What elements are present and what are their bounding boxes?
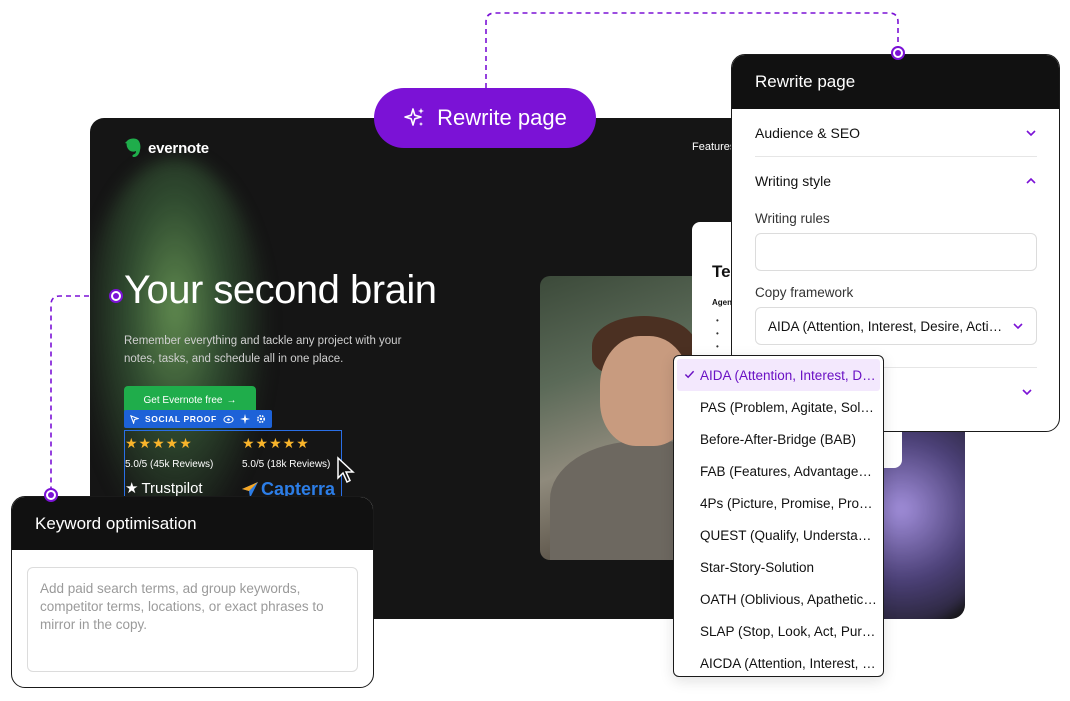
connector-dot bbox=[44, 488, 58, 502]
pointer-icon bbox=[130, 414, 139, 424]
connector-dot bbox=[891, 46, 905, 60]
framework-option[interactable]: AICDA (Attention, Interest, Conviction, … bbox=[677, 647, 880, 679]
gear-icon[interactable] bbox=[256, 414, 266, 424]
accordion-label: Audience & SEO bbox=[755, 124, 861, 141]
framework-option[interactable]: PAS (Problem, Agitate, Solve) bbox=[677, 391, 880, 423]
nav-features-link[interactable]: Features bbox=[692, 141, 735, 153]
doc-title: Te bbox=[712, 262, 731, 281]
social-proof-section[interactable]: ★★★★★ 5.0/5 (45k Reviews) ★★★★★ 5.0/5 (1… bbox=[124, 430, 342, 502]
brand-name: evernote bbox=[148, 139, 209, 157]
copy-framework-dropdown: AIDA (Attention, Interest, Desire, Actio… bbox=[673, 355, 884, 677]
framework-option[interactable]: SLAP (Stop, Look, Act, Purchase) bbox=[677, 615, 880, 647]
rating-text: 5.0/5 (45k Reviews) bbox=[125, 459, 214, 470]
framework-option[interactable]: Star-Story-Solution bbox=[677, 551, 880, 583]
trustpilot-logo: ★ Trustpilot bbox=[125, 479, 203, 498]
hero-title: Your second brain bbox=[124, 268, 437, 312]
accordion-audience-seo[interactable]: Audience & SEO bbox=[755, 109, 1037, 157]
doc-bullets: • • • bbox=[716, 316, 719, 351]
rating-capterra: ★★★★★ 5.0/5 (18k Reviews) bbox=[242, 435, 330, 470]
framework-option[interactable]: FAB (Features, Advantages, Benefits) bbox=[677, 455, 880, 487]
keyword-panel-title: Keyword optimisation bbox=[12, 497, 373, 550]
chevron-down-icon[interactable] bbox=[1021, 386, 1033, 398]
keyword-optimisation-panel: Keyword optimisation Add paid search ter… bbox=[11, 496, 374, 688]
sparkles-icon bbox=[404, 108, 425, 126]
mouse-cursor-icon bbox=[337, 456, 355, 484]
writing-rules-label: Writing rules bbox=[755, 211, 830, 226]
writing-rules-input[interactable] bbox=[755, 233, 1037, 271]
cta-label: Get Evernote free bbox=[143, 394, 223, 406]
framework-option[interactable]: OATH (Oblivious, Apathetic, Thinking, Hu… bbox=[677, 583, 880, 615]
chevron-down-icon bbox=[1026, 129, 1036, 136]
framework-option[interactable]: QUEST (Qualify, Understand, Educate, Sti… bbox=[677, 519, 880, 551]
evernote-logo[interactable]: evernote bbox=[124, 137, 209, 159]
accordion-writing-style[interactable]: Writing style bbox=[755, 157, 1037, 205]
rating-trustpilot: ★★★★★ 5.0/5 (45k Reviews) bbox=[125, 435, 213, 470]
chevron-down-icon bbox=[1013, 323, 1023, 330]
arrow-right-icon: → bbox=[226, 394, 237, 406]
connector-dot bbox=[109, 289, 123, 303]
chevron-up-icon bbox=[1026, 177, 1036, 184]
hero-subtitle: Remember everything and tackle any proje… bbox=[124, 335, 402, 365]
eye-icon[interactable] bbox=[223, 415, 234, 424]
copy-framework-select[interactable]: AIDA (Attention, Interest, Desire, Actio… bbox=[755, 307, 1037, 345]
star-rating: ★★★★★ bbox=[242, 435, 310, 451]
framework-option[interactable]: Before-After-Bridge (BAB) bbox=[677, 423, 880, 455]
star-rating: ★★★★★ bbox=[125, 435, 193, 451]
star-icon: ★ bbox=[125, 480, 139, 497]
framework-option[interactable]: 4Ps (Picture, Promise, Prove, Push) bbox=[677, 487, 880, 519]
elephant-icon bbox=[125, 138, 141, 157]
rating-text: 5.0/5 (18k Reviews) bbox=[242, 459, 331, 470]
panel-title: Rewrite page bbox=[732, 55, 1059, 109]
rewrite-page-button[interactable]: Rewrite page bbox=[374, 88, 596, 148]
copy-framework-label: Copy framework bbox=[755, 285, 854, 300]
doc-meta: Agen bbox=[712, 298, 732, 307]
social-proof-badge[interactable]: SOCIAL PROOF bbox=[124, 410, 272, 428]
checkmark-icon bbox=[684, 370, 695, 379]
trustpilot-label: Trustpilot bbox=[141, 479, 203, 497]
copy-framework-value: AIDA (Attention, Interest, Desire, Actio… bbox=[768, 318, 1004, 334]
framework-option[interactable]: AIDA (Attention, Interest, Desire, Actio… bbox=[677, 359, 880, 391]
sparkle-icon[interactable] bbox=[239, 414, 250, 424]
social-proof-label: SOCIAL PROOF bbox=[145, 414, 217, 424]
keyword-textarea[interactable]: Add paid search terms, ad group keywords… bbox=[27, 567, 358, 672]
accordion-label: Writing style bbox=[755, 173, 831, 189]
rewrite-page-label: Rewrite page bbox=[437, 105, 567, 130]
